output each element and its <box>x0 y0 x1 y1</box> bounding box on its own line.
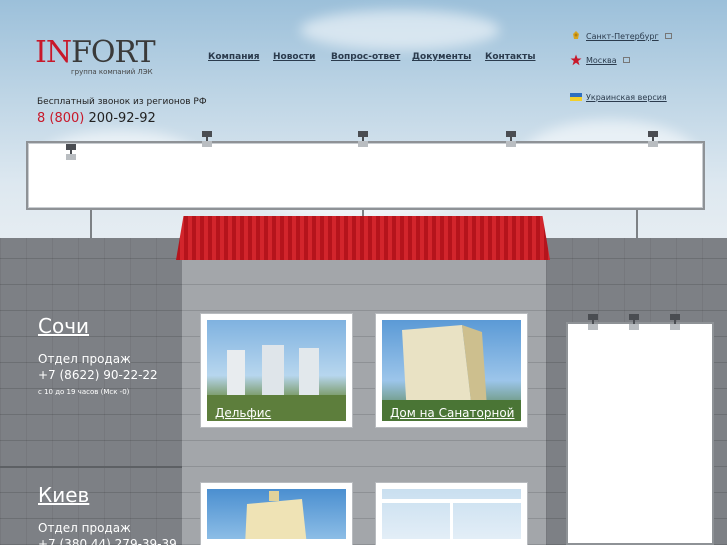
logo-wordmark: INFORT <box>35 35 156 70</box>
project-photo: Дом на Санаторной <box>382 320 521 421</box>
nav-link-faq[interactable]: Вопрос-ответ <box>331 52 400 62</box>
office-city-link[interactable]: Сочи <box>38 314 158 338</box>
project-photo: Дельфис <box>207 320 346 421</box>
billboard-lamp-icon <box>202 131 212 147</box>
office-phone: +7 (380 44) 279-39-39 <box>38 537 177 545</box>
project-caption: Дельфис <box>215 406 272 420</box>
city-link-ukraine[interactable]: Украинская версия <box>570 91 667 103</box>
billboard-lamp-icon <box>66 144 76 160</box>
free-call-label: Бесплатный звонок из регионов РФ <box>37 97 207 107</box>
project-card-sanatornaya[interactable]: Дом на Санаторной <box>375 313 528 428</box>
project-photo <box>382 489 521 539</box>
nav-link-news[interactable]: Новости <box>273 52 315 62</box>
window-illustration <box>382 499 521 539</box>
billboard-pole <box>90 210 92 238</box>
project-photo <box>207 489 346 539</box>
office-kiev: Киев Отдел продаж +7 (380 44) 279-39-39 <box>38 483 177 545</box>
billboard-lamp-icon <box>506 131 516 147</box>
city-link-moscow[interactable]: Москва <box>570 54 630 66</box>
free-call-phone: 8 (800) 200-92-92 <box>37 111 156 126</box>
office-city-link[interactable]: Киев <box>38 483 177 507</box>
office-department: Отдел продаж <box>38 352 131 366</box>
project-card-delfis[interactable]: Дельфис <box>200 313 353 428</box>
billboard-lamp-icon <box>358 131 368 147</box>
office-hours: с 10 до 19 часов (Мск -0) <box>38 388 130 396</box>
nav-link-contacts[interactable]: Контакты <box>485 52 536 62</box>
section-divider <box>0 466 182 468</box>
city-link-spb[interactable]: Санкт-Петербург <box>570 30 672 42</box>
logo-subtitle: группа компаний ЛЭК <box>71 68 153 76</box>
ukraine-flag-icon <box>570 93 582 101</box>
billboard-lamp-icon <box>670 314 680 330</box>
external-window-icon <box>664 33 672 39</box>
tower-illustration <box>245 491 307 539</box>
spb-coat-of-arms-icon <box>573 31 579 39</box>
red-roof <box>176 216 550 260</box>
logo[interactable]: INFORT группа компаний ЛЭК <box>35 35 156 77</box>
office-phone: +7 (8622) 90-22-22 <box>38 368 158 382</box>
nav-link-company[interactable]: Компания <box>208 52 260 62</box>
side-billboard <box>566 322 714 545</box>
project-card-kiev-2[interactable] <box>375 482 528 545</box>
billboard-lamp-icon <box>648 131 658 147</box>
office-department: Отдел продаж <box>38 521 131 535</box>
billboard-lamp-icon <box>629 314 639 330</box>
project-caption: Дом на Санаторной <box>390 406 515 420</box>
project-card-kiev-1[interactable] <box>200 482 353 545</box>
top-billboard <box>26 141 705 210</box>
billboard-pole <box>636 210 638 238</box>
red-star-icon <box>570 54 582 66</box>
office-sochi: Сочи Отдел продаж +7 (8622) 90-22-22 с 1… <box>38 314 158 396</box>
nav-link-documents[interactable]: Документы <box>412 52 471 62</box>
external-window-icon <box>622 57 630 63</box>
billboard-lamp-icon <box>588 314 598 330</box>
